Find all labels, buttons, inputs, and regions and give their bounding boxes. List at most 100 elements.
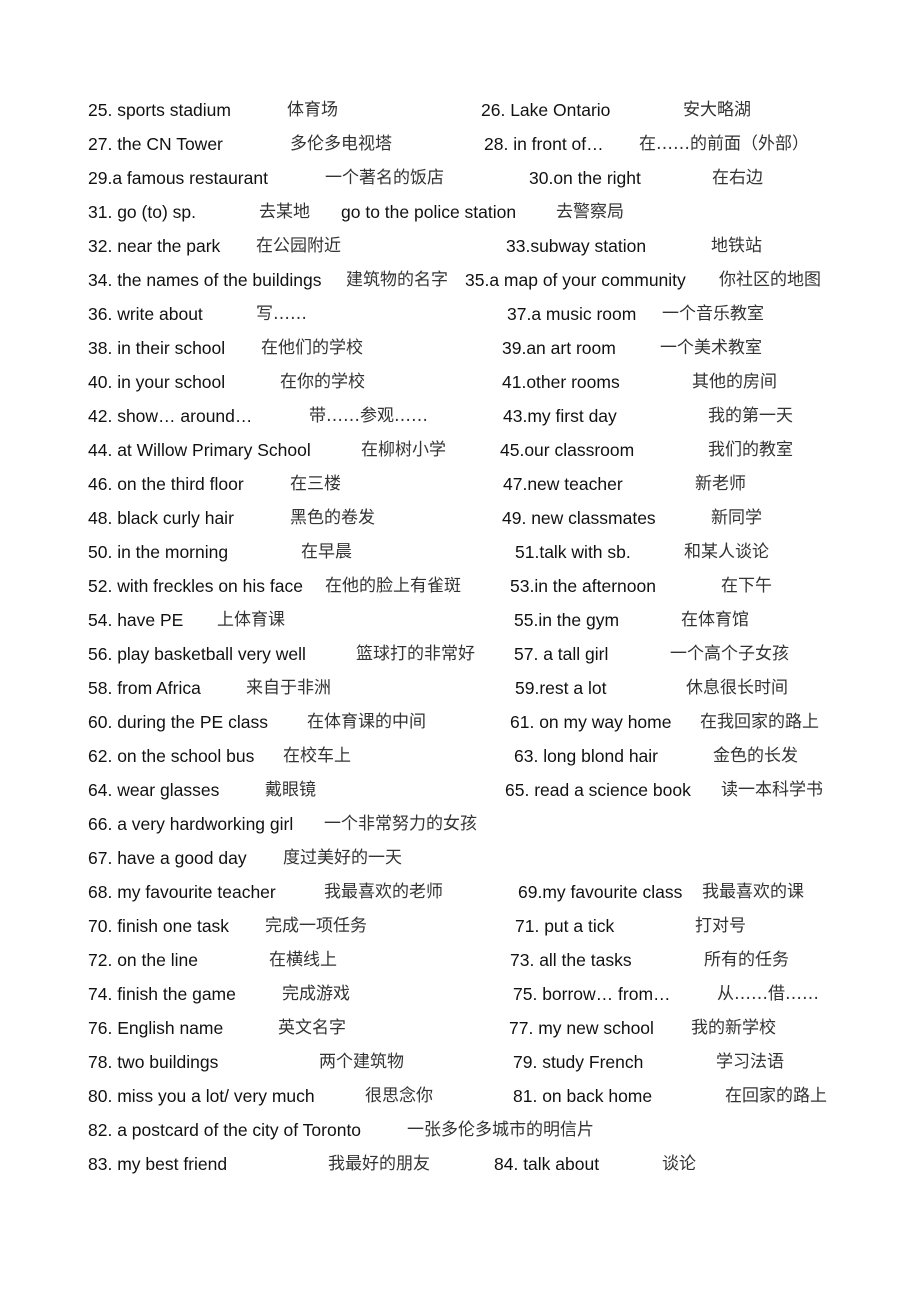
english-phrase: 26. Lake Ontario bbox=[481, 100, 611, 120]
english-phrase: 78. two buildings bbox=[88, 1052, 219, 1072]
chinese-translation: 在下午 bbox=[721, 576, 772, 596]
chinese-translation: 戴眼镜 bbox=[265, 780, 316, 800]
chinese-translation: 体育场 bbox=[287, 100, 338, 120]
chinese-translation: 一张多伦多城市的明信片 bbox=[407, 1120, 594, 1140]
chinese-translation: 黑色的卷发 bbox=[290, 508, 375, 528]
english-phrase: 44. at Willow Primary School bbox=[88, 440, 311, 460]
english-phrase: 81. on back home bbox=[513, 1086, 653, 1106]
english-phrase: 79. study French bbox=[513, 1052, 644, 1072]
chinese-translation: 在公园附近 bbox=[256, 236, 341, 256]
chinese-translation: 英文名字 bbox=[278, 1018, 346, 1038]
english-phrase: 53.in the afternoon bbox=[510, 576, 656, 596]
english-phrase: 77. my new school bbox=[509, 1018, 654, 1038]
chinese-translation: 新同学 bbox=[711, 508, 762, 528]
english-phrase: 84. talk about bbox=[494, 1154, 600, 1174]
english-phrase: 28. in front of… bbox=[484, 134, 604, 154]
chinese-translation: 在柳树小学 bbox=[361, 440, 446, 460]
english-phrase: 25. sports stadium bbox=[88, 100, 231, 120]
chinese-translation: 很思念你 bbox=[365, 1086, 433, 1106]
english-phrase: 76. English name bbox=[88, 1018, 224, 1038]
english-phrase: 51.talk with sb. bbox=[515, 542, 631, 562]
english-phrase: 32. near the park bbox=[88, 236, 221, 256]
english-phrase: 68. my favourite teacher bbox=[88, 882, 276, 902]
chinese-translation: 我的新学校 bbox=[691, 1018, 776, 1038]
english-phrase: 40. in your school bbox=[88, 372, 226, 392]
chinese-translation: 休息很长时间 bbox=[686, 678, 788, 698]
english-phrase: 55.in the gym bbox=[514, 610, 620, 630]
chinese-translation: 我最喜欢的课 bbox=[702, 882, 804, 902]
english-phrase: 38. in their school bbox=[88, 338, 226, 358]
chinese-translation: 谈论 bbox=[662, 1154, 696, 1174]
chinese-translation: 在体育课的中间 bbox=[307, 712, 426, 732]
english-phrase: 56. play basketball very well bbox=[88, 644, 306, 664]
english-phrase: 49. new classmates bbox=[502, 508, 656, 528]
chinese-translation: 一个音乐教室 bbox=[662, 304, 764, 324]
chinese-translation: 写…… bbox=[256, 304, 307, 324]
chinese-translation: 打对号 bbox=[695, 916, 746, 936]
chinese-translation: 在他们的学校 bbox=[261, 338, 363, 358]
chinese-translation: 建筑物的名字 bbox=[346, 270, 448, 290]
english-phrase: 58. from Africa bbox=[88, 678, 201, 698]
english-phrase: 82. a postcard of the city of Toronto bbox=[88, 1120, 362, 1140]
chinese-translation: 在你的学校 bbox=[280, 372, 365, 392]
english-phrase: 72. on the line bbox=[88, 950, 198, 970]
chinese-translation: 在早晨 bbox=[301, 542, 352, 562]
english-phrase: 42. show… around… bbox=[88, 406, 253, 426]
chinese-translation: 来自于非洲 bbox=[246, 678, 331, 698]
english-phrase: 46. on the third floor bbox=[88, 474, 244, 494]
chinese-translation: 多伦多电视塔 bbox=[290, 134, 392, 154]
chinese-translation: 和某人谈论 bbox=[684, 542, 769, 562]
english-phrase: 30.on the right bbox=[529, 168, 641, 188]
english-phrase: go to the police station bbox=[341, 202, 517, 222]
english-phrase: 35.a map of your community bbox=[465, 270, 686, 290]
chinese-translation: 带……参观…… bbox=[309, 406, 428, 426]
english-phrase: 80. miss you a lot/ very much bbox=[88, 1086, 315, 1106]
chinese-translation: 你社区的地图 bbox=[719, 270, 821, 290]
chinese-translation: 在回家的路上 bbox=[725, 1086, 827, 1106]
english-phrase: 57. a tall girl bbox=[514, 644, 609, 664]
english-phrase: 69.my favourite class bbox=[518, 882, 683, 902]
chinese-translation: 篮球打的非常好 bbox=[356, 644, 475, 664]
english-phrase: 48. black curly hair bbox=[88, 508, 234, 528]
chinese-translation: 去某地 bbox=[259, 202, 310, 222]
chinese-translation: 所有的任务 bbox=[704, 950, 789, 970]
english-phrase: 60. during the PE class bbox=[88, 712, 268, 732]
document-page: 25. sports stadium 体育场 26. Lake Ontario 安大略… bbox=[0, 0, 920, 1302]
english-phrase: 59.rest a lot bbox=[515, 678, 607, 698]
chinese-translation: 在三楼 bbox=[290, 474, 341, 494]
chinese-translation: 在体育馆 bbox=[681, 610, 749, 630]
english-phrase: 62. on the school bus bbox=[88, 746, 255, 766]
chinese-translation: 我们的教室 bbox=[708, 440, 793, 460]
chinese-translation: 在我回家的路上 bbox=[700, 712, 819, 732]
english-phrase: 27. the CN Tower bbox=[88, 134, 223, 154]
english-phrase: 33.subway station bbox=[506, 236, 647, 256]
english-phrase: 34. the names of the buildings bbox=[88, 270, 322, 290]
chinese-translation: 读一本科学书 bbox=[721, 780, 823, 800]
chinese-translation: 上体育课 bbox=[217, 610, 285, 630]
chinese-translation: 其他的房间 bbox=[692, 372, 777, 392]
english-phrase: 45.our classroom bbox=[500, 440, 635, 460]
english-phrase: 74. finish the game bbox=[88, 984, 236, 1004]
english-phrase: 73. all the tasks bbox=[510, 950, 632, 970]
chinese-translation: 一个非常努力的女孩 bbox=[324, 814, 477, 834]
english-phrase: 67. have a good day bbox=[88, 848, 247, 868]
chinese-translation: 在他的脸上有雀斑 bbox=[325, 576, 461, 596]
english-phrase: 70. finish one task bbox=[88, 916, 230, 936]
chinese-translation: 我最好的朋友 bbox=[328, 1154, 430, 1174]
chinese-translation: 安大略湖 bbox=[683, 100, 751, 120]
chinese-translation: 一个著名的饭店 bbox=[325, 168, 444, 188]
chinese-translation: 完成游戏 bbox=[282, 984, 350, 1004]
chinese-translation: 从……借…… bbox=[717, 984, 819, 1004]
english-phrase: 63. long blond hair bbox=[514, 746, 658, 766]
english-phrase: 50. in the morning bbox=[88, 542, 229, 562]
english-phrase: 41.other rooms bbox=[502, 372, 620, 392]
chinese-translation: 我的第一天 bbox=[708, 406, 793, 426]
chinese-translation: 度过美好的一天 bbox=[283, 848, 402, 868]
chinese-translation: 两个建筑物 bbox=[319, 1052, 404, 1072]
chinese-translation: 去警察局 bbox=[556, 202, 624, 222]
chinese-translation: 我最喜欢的老师 bbox=[324, 882, 443, 902]
chinese-translation: 在……的前面（外部） bbox=[639, 134, 809, 154]
english-phrase: 83. my best friend bbox=[88, 1154, 228, 1174]
chinese-translation: 新老师 bbox=[695, 474, 746, 494]
chinese-translation: 一个美术教室 bbox=[660, 338, 762, 358]
